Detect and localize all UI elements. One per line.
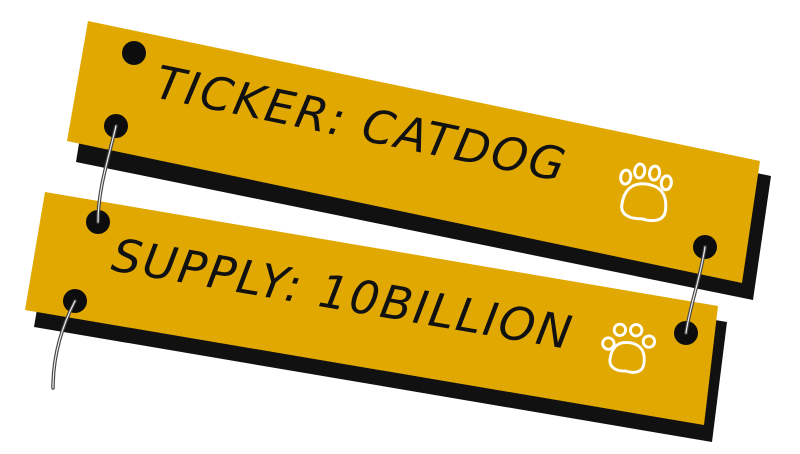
hanging-signs-illustration: TICKER: CATDOG SUPPLY: 10BILLION: [25, 21, 771, 442]
hole: [122, 41, 146, 65]
scene: TICKER: CATDOG SUPPLY: 10BILLION: [0, 0, 800, 454]
